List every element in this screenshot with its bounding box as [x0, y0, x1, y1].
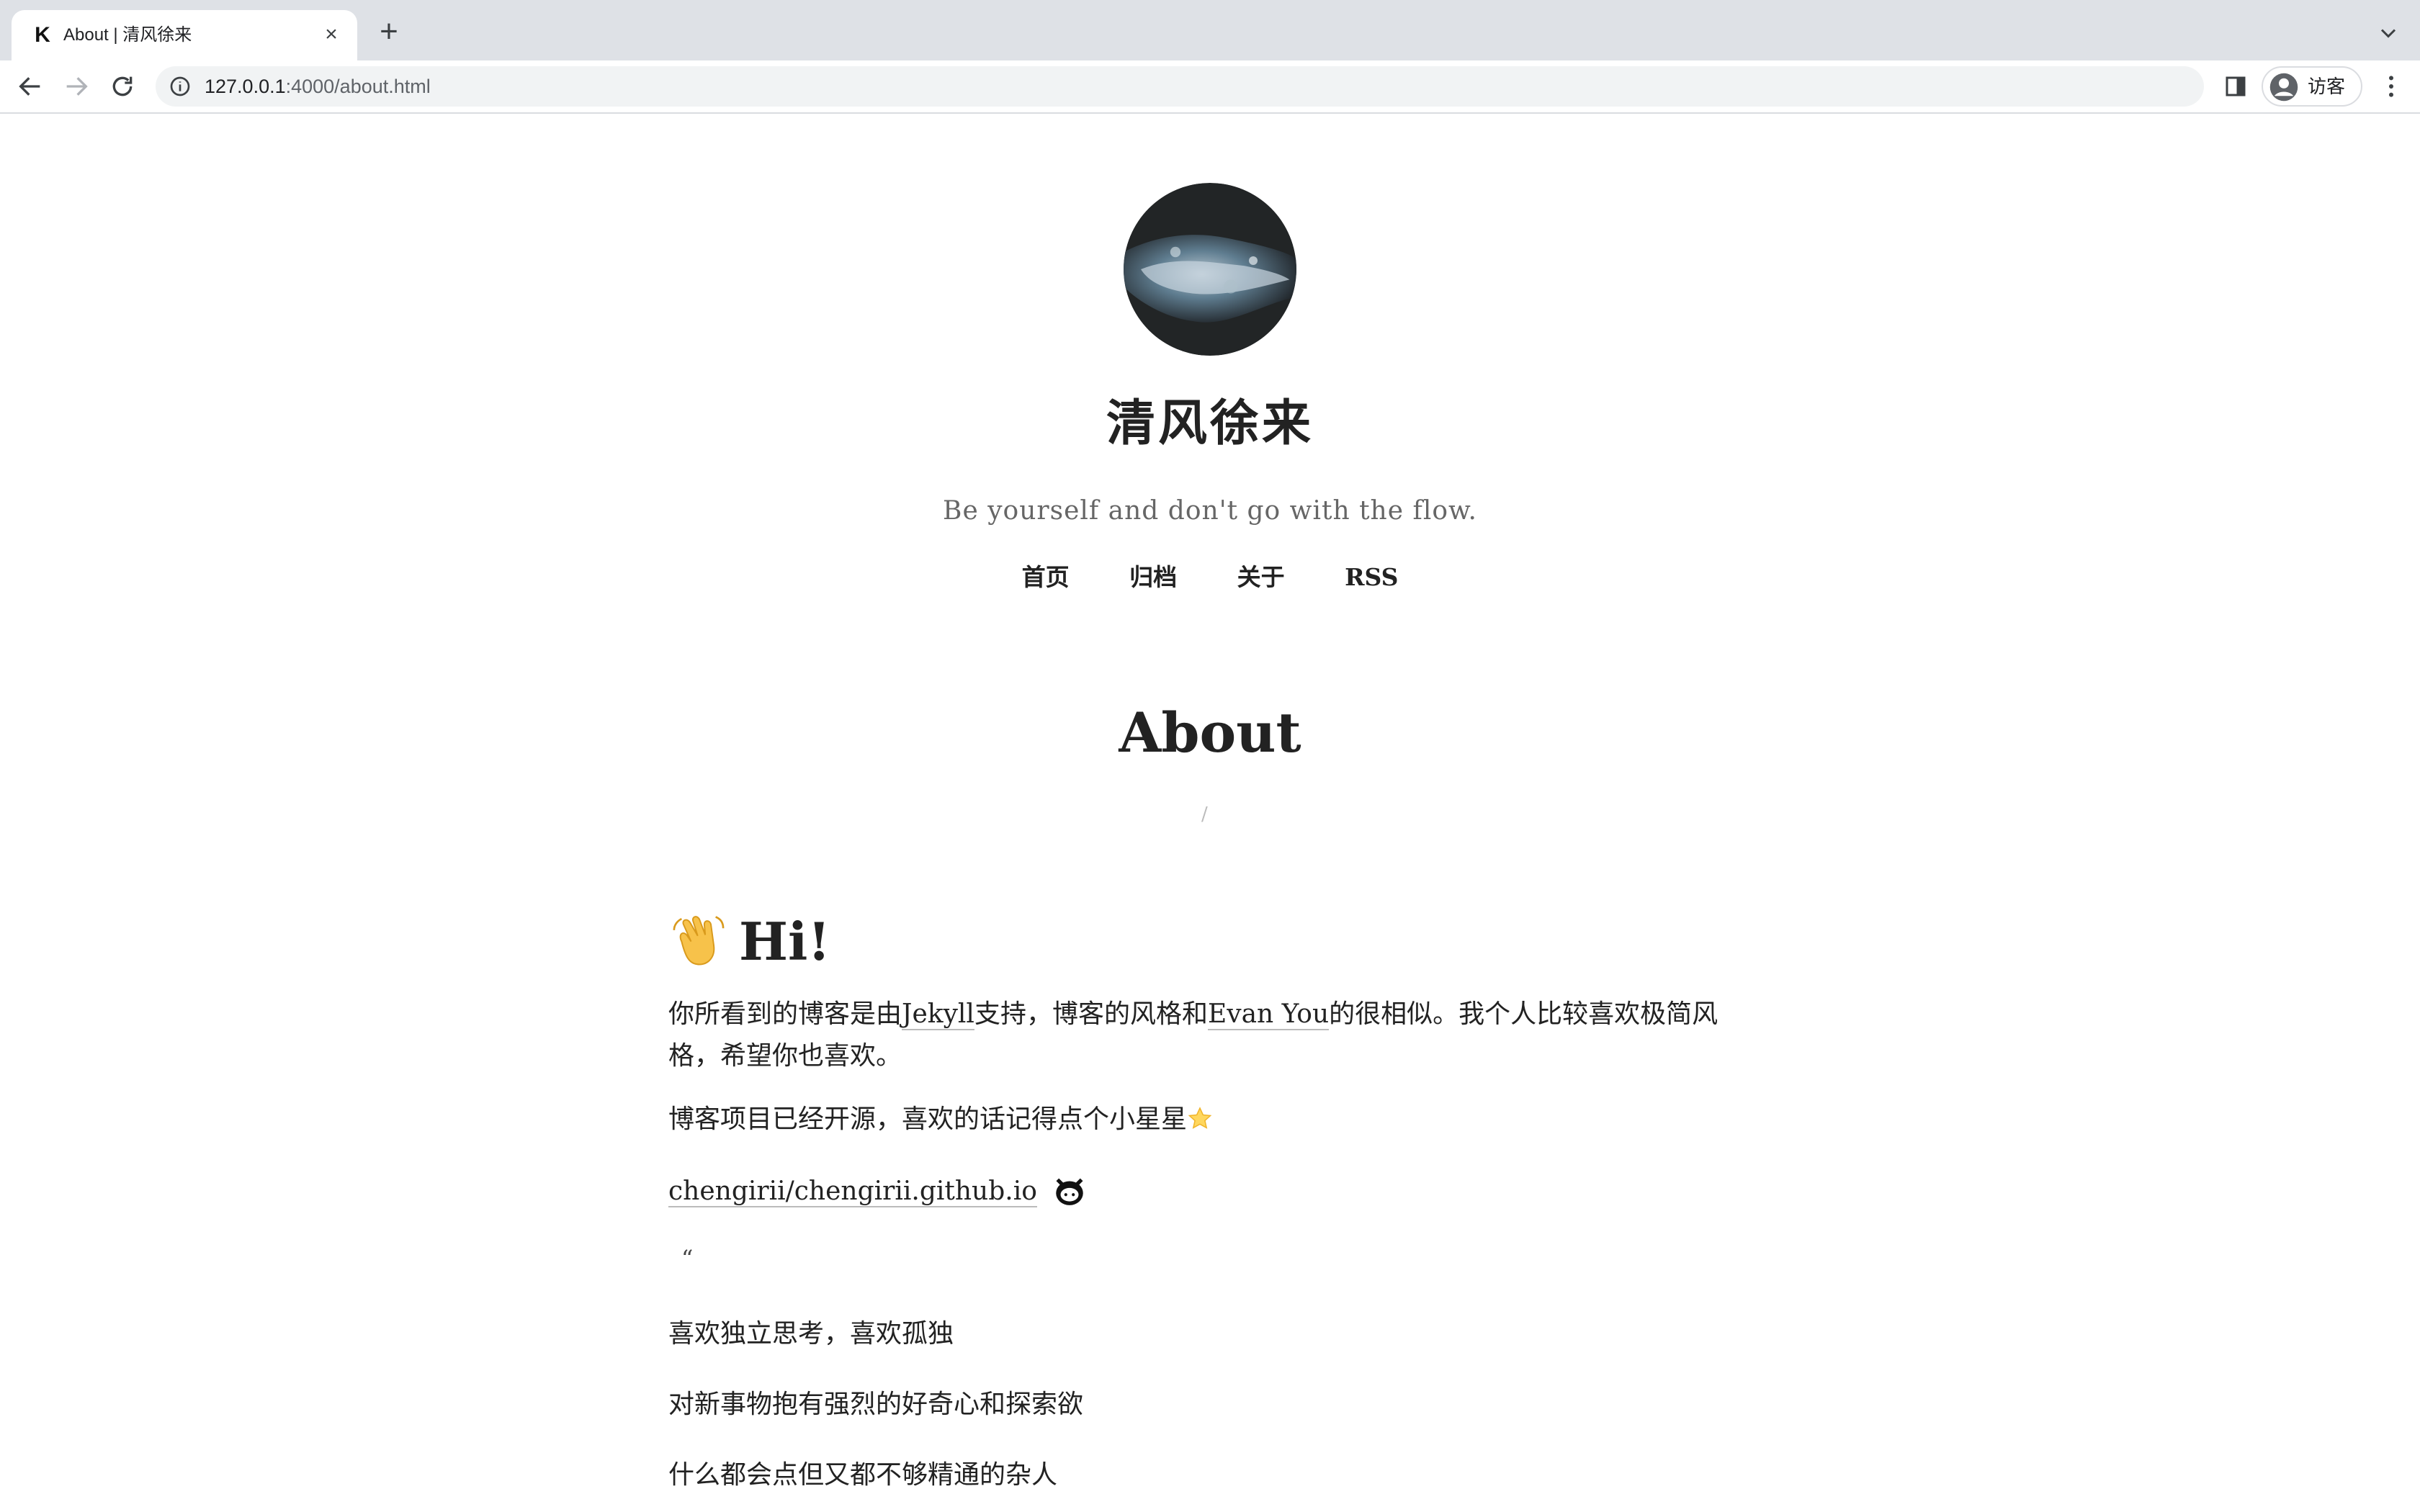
- tab-title: About | 清风徐来: [63, 25, 192, 45]
- intro-text-1: 你所看到的博客是由: [668, 999, 902, 1029]
- open-source-paragraph: 博客项目已经开源，喜欢的话记得点个小星星: [668, 1099, 1752, 1140]
- address-bar[interactable]: 127.0.0.1:4000/about.html: [156, 66, 2204, 107]
- nav-item-rss[interactable]: RSS: [1345, 563, 1398, 591]
- forward-arrow-icon[interactable]: [62, 72, 91, 101]
- hi-heading-text: Hi!: [739, 911, 830, 972]
- github-octocat-icon[interactable]: [1049, 1172, 1090, 1208]
- browser-tab[interactable]: K About | 清风徐来 ×: [12, 10, 357, 60]
- blockquote-mark: “: [681, 1245, 694, 1272]
- chevron-down-icon[interactable]: [2375, 20, 2401, 46]
- info-icon[interactable]: [169, 75, 192, 98]
- site-avatar[interactable]: [1124, 183, 1296, 356]
- star-icon: [1188, 1107, 1212, 1129]
- nav-item-about[interactable]: 关于: [1237, 563, 1285, 591]
- more-menu-icon[interactable]: [2377, 72, 2406, 101]
- main-nav: 首页 归档 关于 RSS: [0, 562, 2420, 593]
- close-tab-icon[interactable]: ×: [318, 22, 344, 48]
- evan-you-link[interactable]: Evan You: [1207, 999, 1330, 1030]
- hi-heading: Hi!: [668, 906, 830, 978]
- heading-divider: /: [1201, 804, 1208, 825]
- intro-paragraph: 你所看到的博客是由Jekyll支持，博客的风格和Evan You的很相似。我个人…: [668, 994, 1752, 1077]
- page-title: About: [1119, 701, 1301, 765]
- nav-item-archive[interactable]: 归档: [1129, 563, 1177, 591]
- open-source-text: 博客项目已经开源，喜欢的话记得点个小星星: [668, 1104, 1188, 1134]
- site-favicon-icon: K: [35, 23, 50, 47]
- quote-line-2: 对新事物抱有强烈的好奇心和探索欲: [668, 1390, 1084, 1419]
- side-panel-icon[interactable]: [2223, 73, 2249, 99]
- waving-hand-icon: [673, 916, 725, 966]
- reload-icon[interactable]: [108, 72, 137, 101]
- new-tab-button[interactable]: +: [375, 16, 403, 48]
- url-host: 127.0.0.1: [205, 76, 286, 97]
- profile-avatar-icon: [2269, 73, 2298, 102]
- page-content: 清风徐来 Be yourself and don't go with the f…: [0, 114, 2420, 1512]
- nav-item-home[interactable]: 首页: [1022, 563, 1070, 591]
- profile-button[interactable]: 访客: [2262, 66, 2362, 107]
- profile-label: 访客: [2308, 76, 2346, 97]
- intro-text-2: 支持，博客的风格和: [974, 999, 1208, 1029]
- back-arrow-icon[interactable]: [16, 72, 45, 101]
- quote-line-3: 什么都会点但又都不够精通的杂人: [668, 1460, 1058, 1490]
- quote-line-1: 喜欢独立思考，喜欢孤独: [668, 1319, 954, 1349]
- site-title[interactable]: 清风徐来: [0, 395, 2420, 452]
- repo-link[interactable]: chengirii/chengirii.github.io: [668, 1176, 1037, 1207]
- jekyll-link[interactable]: Jekyll: [902, 999, 974, 1030]
- tab-strip: K About | 清风徐来 × +: [0, 0, 2420, 60]
- browser-toolbar: 127.0.0.1:4000/about.html 访客: [0, 60, 2420, 114]
- url-path: :4000/about.html: [285, 76, 431, 97]
- repo-paragraph: chengirii/chengirii.github.io: [668, 1171, 1752, 1212]
- url-text: 127.0.0.1:4000/about.html: [205, 66, 431, 107]
- site-tagline: Be yourself and don't go with the flow.: [942, 496, 1477, 526]
